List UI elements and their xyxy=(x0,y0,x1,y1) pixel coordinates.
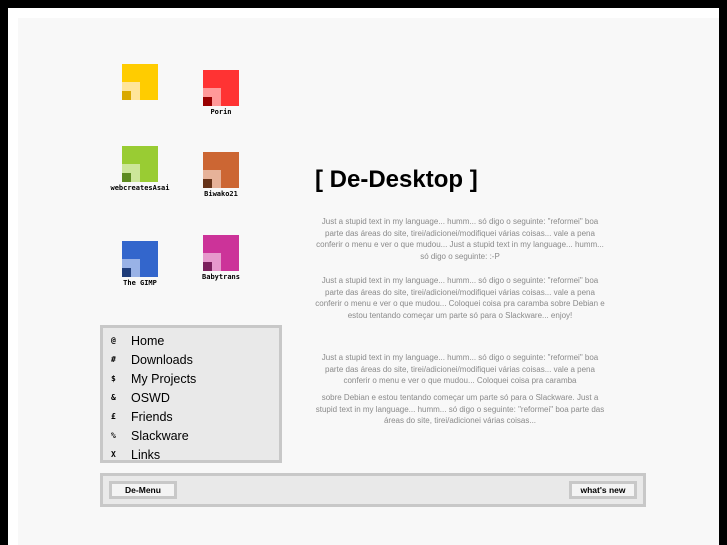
de-menu-button[interactable]: De-Menu xyxy=(109,481,177,499)
menu-item-oswd[interactable]: & OSWD xyxy=(111,388,279,407)
red-square-icon xyxy=(203,70,239,106)
desktop-icon-webcreatesasai[interactable]: webcreatesAsai xyxy=(104,146,176,192)
whats-new-button[interactable]: what's new xyxy=(569,481,637,499)
desktop-icon-porin[interactable]: Porin xyxy=(185,70,257,116)
desktop-icon-label: Porin xyxy=(210,108,232,116)
desktop-icon-label: The GIMP xyxy=(123,279,157,287)
menu-item-friends[interactable]: £ Friends xyxy=(111,407,279,426)
content-paragraph: Just a stupid text in my language... hum… xyxy=(315,276,605,320)
desktop-icon-biwako21[interactable]: Biwako21 xyxy=(185,152,257,198)
menu-key: X xyxy=(111,450,116,459)
menu-item-downloads[interactable]: # Downloads xyxy=(111,350,279,369)
desktop-icon-label: Babytrans xyxy=(202,273,240,281)
bottom-bar: De-Menu what's new xyxy=(100,473,646,507)
desktop: Porin webcreatesAsai Biwako21 The GIMP B… xyxy=(18,18,719,545)
menu-key: % xyxy=(111,431,116,440)
green-square-icon xyxy=(122,146,158,182)
menu-item-label: Home xyxy=(131,333,165,348)
desktop-icon-the-gimp[interactable]: The GIMP xyxy=(104,241,176,287)
page-title: [ De-Desktop ] xyxy=(315,166,478,193)
orange-square-icon xyxy=(203,152,239,188)
menu-key: $ xyxy=(111,374,116,383)
menu-item-home[interactable]: @ Home xyxy=(111,331,279,350)
content-paragraph: Just a stupid text in my language... hum… xyxy=(316,217,604,261)
yellow-square-icon xyxy=(122,64,158,100)
desktop-icon-label: Biwako21 xyxy=(204,190,238,198)
magenta-square-icon xyxy=(203,235,239,271)
desktop-icon-label: webcreatesAsai xyxy=(110,184,170,192)
desktop-icon-babytrans[interactable]: Babytrans xyxy=(185,235,257,281)
menu-item-slackware[interactable]: % Slackware xyxy=(111,426,279,445)
menu-key: & xyxy=(111,393,116,402)
content-paragraph: sobre Debian e estou tentando começar um… xyxy=(315,393,605,425)
menu-item-label: Downloads xyxy=(131,352,193,367)
menu-key: £ xyxy=(111,412,116,421)
menu-key: @ xyxy=(111,336,116,345)
blue-square-icon xyxy=(122,241,158,277)
menu-item-label: Slackware xyxy=(131,428,189,443)
menu-key: # xyxy=(111,355,116,364)
content-paragraph: Just a stupid text in my language... hum… xyxy=(321,353,599,385)
main-menu: @ Home # Downloads $ My Projects & OSWD … xyxy=(100,325,282,463)
menu-item-label: OSWD xyxy=(131,390,170,405)
menu-item-label: My Projects xyxy=(131,371,197,386)
menu-item-my-projects[interactable]: $ My Projects xyxy=(111,369,279,388)
menu-item-label: Friends xyxy=(131,409,173,424)
menu-item-label: Links xyxy=(131,447,161,462)
desktop-icon-yellow[interactable] xyxy=(104,64,176,102)
menu-item-links[interactable]: X Links xyxy=(111,445,279,464)
page-frame: Porin webcreatesAsai Biwako21 The GIMP B… xyxy=(8,8,719,545)
